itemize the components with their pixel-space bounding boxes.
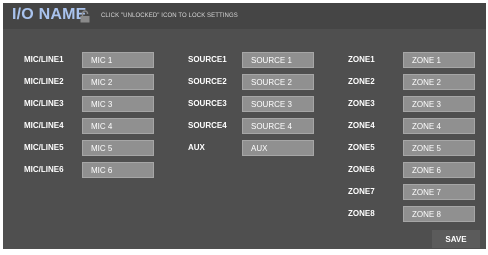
mic-label-6: MIC/LINE6 [24, 165, 64, 174]
source-label-4: SOURCE4 [188, 121, 227, 130]
zone-label-8: ZONE8 [348, 209, 375, 218]
zone-name-input-6[interactable] [403, 162, 475, 178]
source-label-3: SOURCE3 [188, 99, 227, 108]
zone-label-1: ZONE1 [348, 55, 375, 64]
source-name-input-4[interactable] [242, 118, 314, 134]
zone-label-2: ZONE2 [348, 77, 375, 86]
unlocked-padlock-icon[interactable] [80, 10, 90, 23]
zone-label-3: ZONE3 [348, 99, 375, 108]
page-title: I/O NAME [12, 6, 87, 23]
zone-name-input-4[interactable] [403, 118, 475, 134]
source-label-2: SOURCE2 [188, 77, 227, 86]
save-button[interactable]: SAVE [432, 230, 480, 248]
source-label-1: SOURCE1 [188, 55, 227, 64]
zone-name-input-7[interactable] [403, 184, 475, 200]
mic-label-1: MIC/LINE1 [24, 55, 64, 64]
mic-name-input-2[interactable] [82, 74, 154, 90]
source-name-input-2[interactable] [242, 74, 314, 90]
zone-label-6: ZONE6 [348, 165, 375, 174]
mic-label-5: MIC/LINE5 [24, 143, 64, 152]
mic-label-3: MIC/LINE3 [24, 99, 64, 108]
header-bar: I/O NAME CLICK "UNLOCKED" ICON TO LOCK S… [3, 3, 486, 29]
zone-name-input-2[interactable] [403, 74, 475, 90]
zone-name-input-3[interactable] [403, 96, 475, 112]
zone-label-4: ZONE4 [348, 121, 375, 130]
mic-label-4: MIC/LINE4 [24, 121, 64, 130]
io-name-panel: I/O NAME CLICK "UNLOCKED" ICON TO LOCK S… [3, 3, 486, 249]
mic-name-input-4[interactable] [82, 118, 154, 134]
aux-name-input[interactable] [242, 140, 314, 156]
source-name-input-3[interactable] [242, 96, 314, 112]
mic-name-input-6[interactable] [82, 162, 154, 178]
zone-label-5: ZONE5 [348, 143, 375, 152]
zone-name-input-8[interactable] [403, 206, 475, 222]
zone-name-input-5[interactable] [403, 140, 475, 156]
aux-label: AUX [188, 143, 205, 152]
mic-name-input-5[interactable] [82, 140, 154, 156]
lock-hint-text: CLICK "UNLOCKED" ICON TO LOCK SETTINGS [101, 13, 238, 19]
mic-label-2: MIC/LINE2 [24, 77, 64, 86]
zone-label-7: ZONE7 [348, 187, 375, 196]
mic-name-input-3[interactable] [82, 96, 154, 112]
source-name-input-1[interactable] [242, 52, 314, 68]
mic-name-input-1[interactable] [82, 52, 154, 68]
zone-name-input-1[interactable] [403, 52, 475, 68]
